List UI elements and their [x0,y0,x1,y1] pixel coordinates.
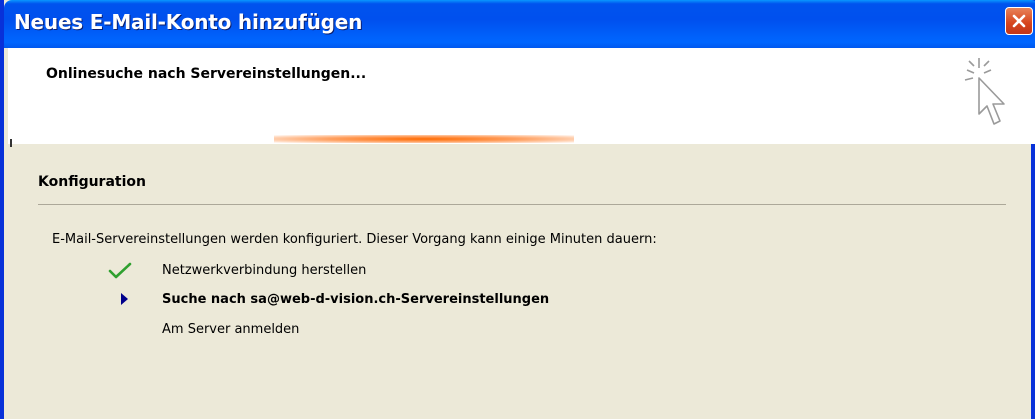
arrow-right-icon [121,293,128,305]
wizard-header: Onlinesuche nach Servereinstellungen... [8,48,1035,134]
cursor-sparkle-icon [964,58,1005,125]
section-title: Konfiguration [38,174,146,190]
step-label: Am Server anmelden [162,322,300,337]
page-heading: Onlinesuche nach Servereinstellungen... [46,66,367,82]
progress-edge [10,139,12,147]
window-title: Neues E-Mail-Konto hinzufügen [14,10,363,34]
section-description: E-Mail-Servereinstellungen werden konfig… [52,232,657,247]
close-button[interactable] [1005,7,1033,35]
checkmark-icon [108,262,132,279]
title-bar[interactable]: Neues E-Mail-Konto hinzufügen [4,0,1035,48]
section-divider [38,204,1006,205]
progress-indicator [274,135,574,143]
close-icon [1012,14,1026,28]
step-label-current: Suche nach sa@web-d-vision.ch-Servereins… [162,292,550,307]
dialog-window: Neues E-Mail-Konto hinzufügen Onlinesuch… [0,0,1035,419]
step-label: Netzwerkverbindung herstellen [162,263,367,278]
